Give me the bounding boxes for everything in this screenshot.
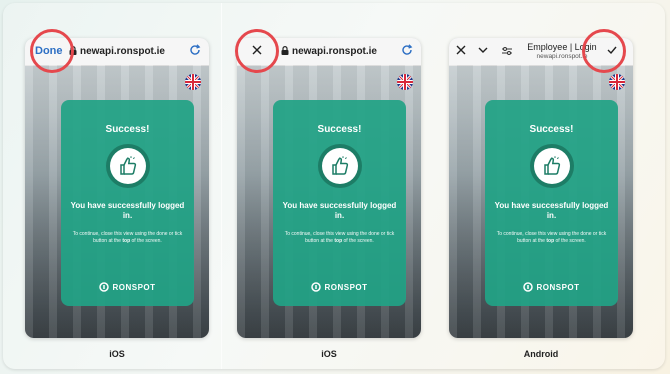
uk-flag-icon[interactable]	[609, 74, 625, 90]
thumbs-up-badge	[529, 144, 574, 188]
ronspot-logo: RONSPOT	[485, 282, 618, 292]
uk-flag-icon[interactable]	[397, 74, 413, 90]
ronspot-logo: RONSPOT	[61, 282, 194, 292]
ios-close-phone: newapi.ronspot.ie Success! You have succ…	[237, 38, 421, 338]
success-heading: Success!	[317, 124, 362, 135]
ios-done-phone: Done newapi.ronspot.ie Success! You have…	[25, 38, 209, 338]
url-text: newapi.ronspot.ie	[79, 46, 165, 57]
highlight-ring-done	[30, 29, 74, 73]
close-hint: To continue, close this view using the d…	[496, 231, 607, 244]
success-message: You have successfully logged in.	[494, 201, 609, 220]
close-x-icon[interactable]	[455, 44, 467, 56]
platform-caption: iOS	[321, 349, 337, 359]
ronspot-logo-icon	[99, 282, 110, 292]
thumbs-up-icon	[119, 156, 136, 175]
thumbs-up-badge	[105, 144, 150, 188]
close-hint: To continue, close this view using the d…	[284, 231, 395, 244]
ronspot-logo-icon	[523, 282, 534, 292]
success-card: Success! You have successfully logged in…	[61, 100, 194, 306]
close-hint: To continue, close this view using the d…	[72, 231, 183, 244]
reload-icon[interactable]	[401, 44, 413, 56]
ronspot-logo-icon	[311, 282, 322, 292]
success-message: You have successfully logged in.	[70, 201, 185, 220]
success-heading: Success!	[529, 124, 574, 135]
url-text: newapi.ronspot.ie	[291, 46, 377, 57]
uk-flag-icon[interactable]	[185, 74, 201, 90]
thumbs-up-badge	[317, 144, 362, 188]
thumbs-up-icon	[331, 156, 348, 175]
lock-icon	[281, 46, 289, 55]
highlight-ring-check	[582, 29, 626, 73]
success-card: Success! You have successfully logged in…	[485, 100, 618, 306]
thumbs-up-icon	[543, 156, 560, 175]
ronspot-logo: RONSPOT	[273, 282, 406, 292]
reload-icon[interactable]	[189, 44, 201, 56]
success-card: Success! You have successfully logged in…	[273, 100, 406, 306]
success-message: You have successfully logged in.	[282, 201, 397, 220]
platform-caption: iOS	[109, 349, 125, 359]
site-settings-icon[interactable]	[501, 45, 513, 57]
chevron-down-icon[interactable]	[477, 45, 489, 55]
platform-caption: Android	[523, 349, 559, 359]
success-heading: Success!	[105, 124, 150, 135]
android-phone: Employee | Login newapi.ronspot.ie Succe…	[449, 38, 633, 338]
highlight-ring-close	[235, 29, 279, 73]
panel-divider	[221, 3, 222, 369]
